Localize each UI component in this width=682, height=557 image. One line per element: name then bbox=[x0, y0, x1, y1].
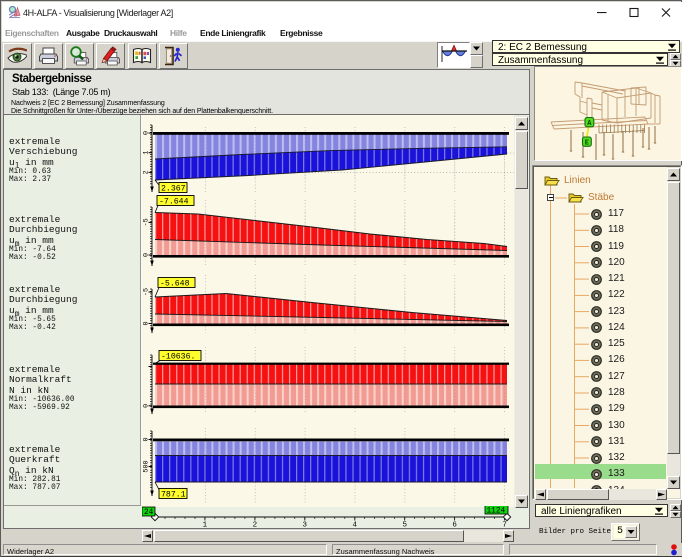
svg-text:0: 0 bbox=[142, 253, 150, 257]
svg-text:1: 1 bbox=[203, 522, 208, 530]
svg-text:0: 0 bbox=[142, 131, 150, 135]
svg-text:3: 3 bbox=[303, 522, 308, 530]
svg-text:4: 4 bbox=[353, 522, 358, 530]
svg-text:7: 7 bbox=[502, 522, 507, 530]
svg-text:2: 2 bbox=[142, 170, 150, 174]
svg-text:24: 24 bbox=[144, 509, 154, 517]
svg-text:787.1: 787.1 bbox=[161, 490, 186, 499]
svg-text:0: 0 bbox=[142, 437, 150, 441]
svg-text:0: 0 bbox=[142, 321, 150, 325]
svg-text:0: 0 bbox=[142, 404, 150, 408]
svg-text:1124: 1124 bbox=[487, 508, 506, 516]
svg-text:-5.648: -5.648 bbox=[160, 279, 190, 288]
svg-text:-5: -5 bbox=[142, 288, 150, 296]
svg-text:-7.644: -7.644 bbox=[159, 197, 189, 206]
svg-text:2: 2 bbox=[253, 522, 258, 530]
svg-text:E: E bbox=[585, 139, 589, 147]
svg-text:6: 6 bbox=[452, 522, 457, 530]
svg-text:-10636.: -10636. bbox=[161, 352, 195, 361]
svg-text:-5: -5 bbox=[142, 218, 150, 226]
svg-text:2.367: 2.367 bbox=[161, 184, 186, 193]
svg-text:500: 500 bbox=[142, 460, 150, 472]
svg-text:5: 5 bbox=[402, 522, 407, 530]
svg-text:1: 1 bbox=[142, 151, 150, 155]
